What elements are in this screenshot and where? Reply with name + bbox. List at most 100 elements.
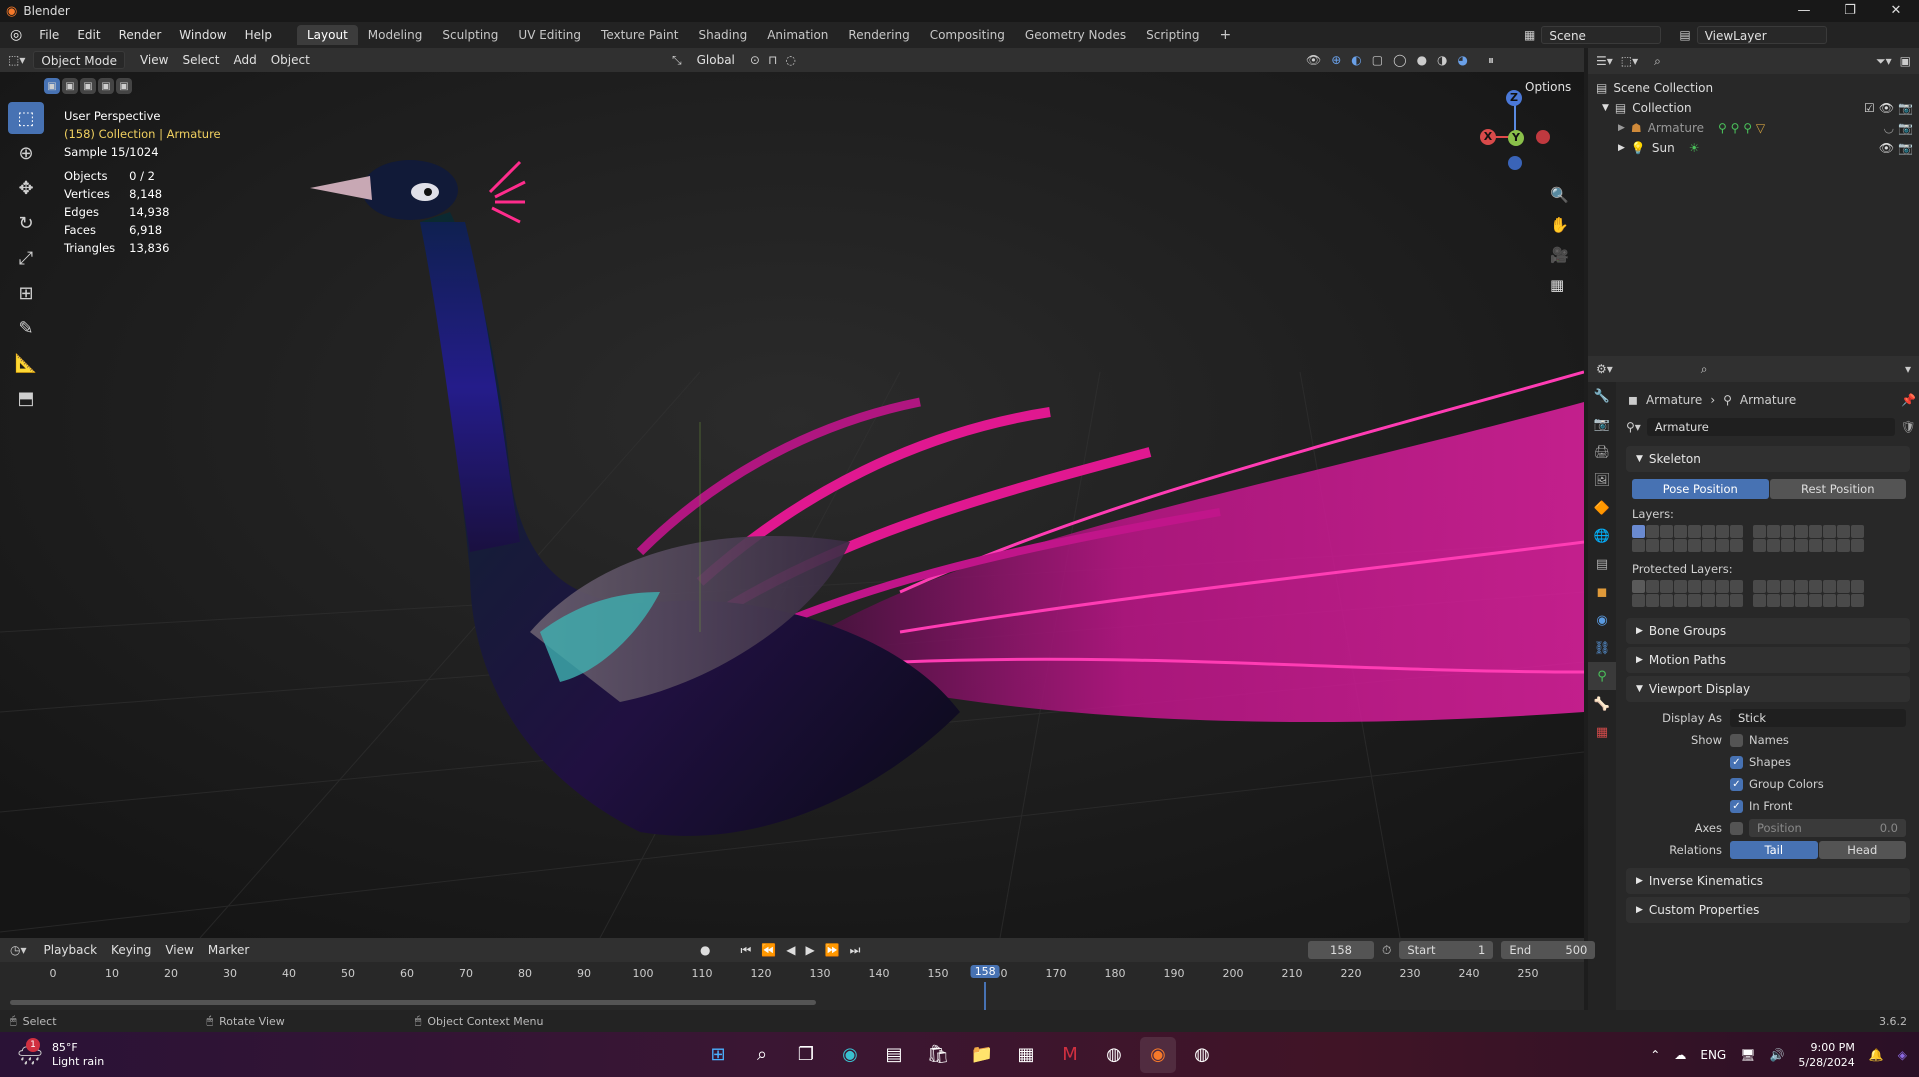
armature-data-tab-icon[interactable]: ⚲	[1588, 662, 1616, 690]
group-colors-checkbox[interactable]: ✓	[1730, 777, 1743, 791]
world-tab-icon[interactable]: 🌐	[1588, 522, 1616, 550]
collection-tab-icon[interactable]: ▤	[1588, 550, 1616, 578]
timeline-view-menu[interactable]: View	[158, 941, 200, 959]
viewport-menu-view[interactable]: View	[133, 51, 175, 69]
menu-edit[interactable]: Edit	[68, 28, 109, 42]
tab-sculpting[interactable]: Sculpting	[432, 25, 508, 45]
eye-closed-icon[interactable]: ◡	[1884, 121, 1894, 135]
office-app-icon[interactable]: ▦	[1008, 1037, 1044, 1073]
timeline-area[interactable]: 0102030405060708090100110120130140150160…	[0, 962, 1584, 1010]
physics-tab-icon[interactable]: ◉	[1588, 606, 1616, 634]
snap-icon[interactable]: ⊓	[768, 53, 777, 67]
expand-chevron-icon[interactable]: ▶	[1618, 143, 1625, 153]
select-box-tool-icon[interactable]: ⬚	[8, 102, 44, 134]
filter-icon[interactable]: ⏷▾	[1876, 54, 1892, 69]
expand-chevron-icon[interactable]: ▼	[1602, 103, 1609, 113]
search-icon[interactable]: ⌕	[744, 1037, 780, 1073]
navigation-gizmo[interactable]: Z X Y	[1480, 87, 1560, 177]
bone-groups-section-header[interactable]: ▶ Bone Groups	[1626, 618, 1910, 644]
eye-icon[interactable]: 👁	[1879, 101, 1894, 115]
inverse-kinematics-section-header[interactable]: ▶ Inverse Kinematics	[1626, 868, 1910, 894]
pivot-icon[interactable]: ⊙	[750, 53, 760, 67]
shading-rendered-icon[interactable]: ◕	[1458, 53, 1468, 67]
file-explorer-icon[interactable]: 📁	[964, 1037, 1000, 1073]
rest-position-button[interactable]: Rest Position	[1769, 479, 1906, 499]
pin-icon[interactable]: 📌	[1901, 393, 1916, 407]
shading-solid-icon[interactable]: ●	[1417, 53, 1427, 67]
camera-icon[interactable]: 📷	[1898, 101, 1913, 115]
edge-icon[interactable]: ◉	[832, 1037, 868, 1073]
notification-bell-icon[interactable]: 🔔	[1869, 1048, 1884, 1062]
volume-icon[interactable]: 🔊	[1769, 1048, 1784, 1062]
new-collection-icon[interactable]: ▣	[1900, 54, 1919, 68]
3d-viewport[interactable]: ▣ ▣ ▣ ▣ ▣ Options ⬚ ⊕ ✥ ↻ ⤢ ⊞ ✎ 📐 ⬒ User…	[0, 72, 1584, 938]
orientation-selector[interactable]: Global	[690, 51, 742, 69]
output-tab-icon[interactable]: 🖨	[1588, 438, 1616, 466]
pose-position-button[interactable]: Pose Position	[1632, 479, 1769, 499]
bone-tab-icon[interactable]: 🦴	[1588, 690, 1616, 718]
blender-menu-icon[interactable]: ◎	[0, 27, 30, 43]
tab-layout[interactable]: Layout	[296, 25, 358, 45]
include-checkbox-icon[interactable]: ☑	[1864, 101, 1875, 115]
fake-user-icon[interactable]: 🛡	[1901, 420, 1916, 434]
armature-name-field[interactable]: Armature	[1646, 418, 1895, 436]
end-frame-field[interactable]: End 500	[1501, 941, 1596, 959]
axes-checkbox[interactable]	[1730, 821, 1743, 835]
tray-overflow-icon[interactable]: ⌃	[1650, 1048, 1660, 1062]
add-cube-tool-icon[interactable]: ⬒	[8, 382, 44, 414]
select-extend-icon[interactable]: ▣	[62, 78, 78, 94]
menu-window[interactable]: Window	[170, 28, 235, 42]
playhead-line[interactable]	[984, 982, 987, 1010]
viewport-menu-add[interactable]: Add	[226, 51, 263, 69]
language-indicator[interactable]: ENG	[1700, 1048, 1726, 1062]
view-layer-selector[interactable]: ViewLayer	[1696, 26, 1827, 44]
render-tab-icon[interactable]: 📷	[1588, 410, 1616, 438]
outliner-search-icon[interactable]: ⌕	[1654, 54, 1661, 69]
move-tool-icon[interactable]: ✥	[8, 172, 44, 204]
shading-wireframe-icon[interactable]: ◯	[1393, 53, 1406, 67]
menu-help[interactable]: Help	[236, 28, 281, 42]
expand-chevron-icon[interactable]: ▶	[1618, 123, 1625, 133]
tab-modeling[interactable]: Modeling	[358, 25, 433, 45]
select-new-icon[interactable]: ▣	[44, 78, 60, 94]
play-reverse-icon[interactable]: ◀	[786, 943, 795, 957]
prev-keyframe-icon[interactable]: ⏪	[761, 943, 776, 957]
add-workspace-button[interactable]: +	[1210, 25, 1242, 45]
timeline-scrollbar[interactable]	[10, 1000, 816, 1005]
properties-editor-icon[interactable]: ⚙▾	[1596, 362, 1613, 376]
mode-selector[interactable]: Object Mode	[33, 51, 125, 69]
tab-compositing[interactable]: Compositing	[920, 25, 1015, 45]
relations-tail-button[interactable]: Tail	[1730, 841, 1818, 859]
viewport-display-section-header[interactable]: ▼ Viewport Display	[1626, 676, 1910, 702]
start-frame-field[interactable]: Start 1	[1399, 941, 1494, 959]
rotate-tool-icon[interactable]: ↻	[8, 207, 44, 239]
editor-type-icon[interactable]: ⬚▾	[0, 53, 33, 67]
network-icon[interactable]: 🖥	[1740, 1048, 1755, 1062]
copilot-icon[interactable]: ◈	[1898, 1048, 1907, 1062]
tab-animation[interactable]: Animation	[757, 25, 838, 45]
start-icon[interactable]: ⊞	[700, 1037, 736, 1073]
visibility-icon[interactable]: 👁	[1306, 53, 1321, 67]
close-button[interactable]: ✕	[1873, 0, 1919, 22]
camera-view-icon[interactable]: 🎥	[1550, 246, 1569, 264]
perspective-grid-icon[interactable]: ▦	[1550, 276, 1569, 294]
mcafee-icon[interactable]: M	[1052, 1037, 1088, 1073]
outliner-item-armature[interactable]: ▶ ☗ Armature ⚲ ⚲ ⚲ ▽ ◡ 📷	[1596, 118, 1919, 138]
next-keyframe-icon[interactable]: ⏩	[825, 943, 840, 957]
maximize-button[interactable]: ❐	[1827, 0, 1873, 22]
viewport-menu-object[interactable]: Object	[264, 51, 317, 69]
jump-start-icon[interactable]: ⏮	[740, 943, 751, 958]
menu-file[interactable]: File	[30, 28, 68, 42]
texture-tab-icon[interactable]: ▦	[1588, 718, 1616, 746]
overlay-toggle-icon[interactable]: ◐	[1351, 53, 1361, 67]
eye-icon[interactable]: 👁	[1879, 141, 1894, 155]
menu-render[interactable]: Render	[110, 28, 171, 42]
tab-texture-paint[interactable]: Texture Paint	[591, 25, 688, 45]
keying-menu[interactable]: Keying	[104, 941, 158, 959]
motion-paths-section-header[interactable]: ▶ Motion Paths	[1626, 647, 1910, 673]
camera-icon[interactable]: 📷	[1898, 141, 1913, 155]
scale-tool-icon[interactable]: ⤢	[8, 242, 44, 274]
task-view-icon[interactable]: ❐	[788, 1037, 824, 1073]
relations-head-button[interactable]: Head	[1818, 841, 1906, 859]
camera-icon[interactable]: 📷	[1898, 121, 1913, 135]
